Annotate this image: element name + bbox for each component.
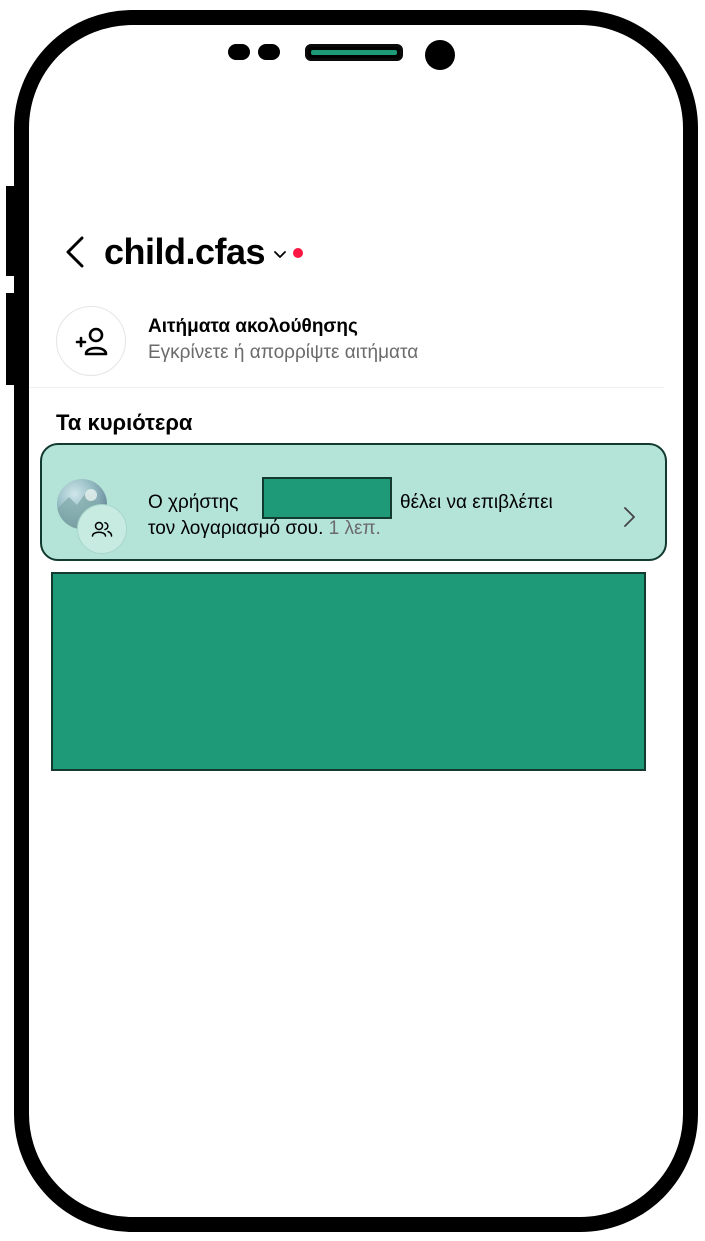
account-username[interactable]: child.cfas — [104, 231, 266, 273]
sensor-dot — [258, 44, 280, 60]
supervision-request-card[interactable]: Ο χρήστης θέλει να επιβλέπει τον λογαρια… — [40, 443, 667, 561]
follow-requests-title: Αιτήματα ακολούθησης — [148, 316, 358, 337]
notification-text-suffix: θέλει να επιβλέπει — [400, 492, 553, 513]
profile-header: child.cfas — [62, 226, 304, 278]
chevron-left-icon[interactable] — [62, 232, 90, 272]
follow-requests-row[interactable]: Αιτήματα ακολούθησης Εγκρίνετε ή απορρίψ… — [56, 306, 656, 376]
people-icon — [91, 521, 113, 537]
redacted-username — [262, 477, 392, 519]
notification-dot — [293, 248, 304, 258]
add-user-icon-wrap — [56, 306, 126, 376]
supervision-badge — [77, 504, 127, 554]
chevron-right-icon[interactable] — [622, 504, 636, 530]
notification-time: 1 λεπ. — [328, 518, 381, 539]
add-user-icon — [75, 327, 108, 356]
phone-notch — [0, 38, 705, 70]
notification-body: τον λογαριασμό σου. — [148, 518, 324, 539]
notification-text-prefix: Ο χρήστης — [148, 492, 239, 513]
redacted-content-block — [51, 572, 646, 771]
earpiece-speaker — [305, 44, 403, 61]
sensor-dot — [228, 44, 250, 60]
notification-text-line2: τον λογαριασμό σου. 1 λεπ. — [148, 518, 381, 540]
highlights-title: Τα κυριότερα — [56, 410, 193, 435]
follow-requests-subtitle: Εγκρίνετε ή απορρίψτε αιτήματα — [148, 342, 419, 363]
section-divider — [30, 387, 664, 388]
front-camera — [425, 40, 455, 70]
side-button-lower — [6, 293, 14, 385]
chevron-down-icon[interactable] — [273, 249, 287, 261]
side-button-upper — [6, 186, 14, 276]
